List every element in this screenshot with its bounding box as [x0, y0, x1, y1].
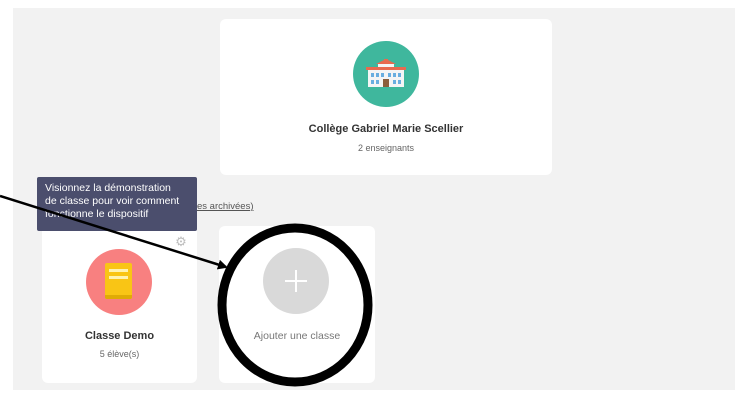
book-icon: [105, 263, 132, 299]
school-avatar: [353, 41, 419, 107]
gear-icon[interactable]: ⚙: [174, 235, 188, 249]
add-class-card[interactable]: Ajouter une classe: [219, 226, 375, 383]
school-name: Collège Gabriel Marie Scellier: [308, 123, 464, 135]
tooltip-line: Visionnez la démonstration: [45, 182, 171, 194]
plus-icon[interactable]: [263, 248, 329, 314]
class-card-demo[interactable]: ⚙ Classe Demo 5 élève(s): [42, 226, 197, 383]
tooltip-line: fonctionne le dispositif: [45, 208, 149, 220]
demo-tooltip: Visionnez la démonstration de classe pou…: [37, 177, 197, 231]
tooltip-line: de classe pour voir comment: [45, 195, 180, 207]
school-card[interactable]: Collège Gabriel Marie Scellier 2 enseign…: [220, 19, 552, 175]
class-name: Classe Demo: [84, 330, 155, 342]
school-building-icon: [366, 59, 406, 87]
add-class-label: Ajouter une classe: [253, 330, 341, 342]
archived-classes-link[interactable]: es archivées): [197, 201, 254, 212]
class-avatar: [86, 249, 152, 315]
teacher-count: 2 enseignants: [357, 143, 415, 153]
student-count: 5 élève(s): [99, 349, 140, 359]
